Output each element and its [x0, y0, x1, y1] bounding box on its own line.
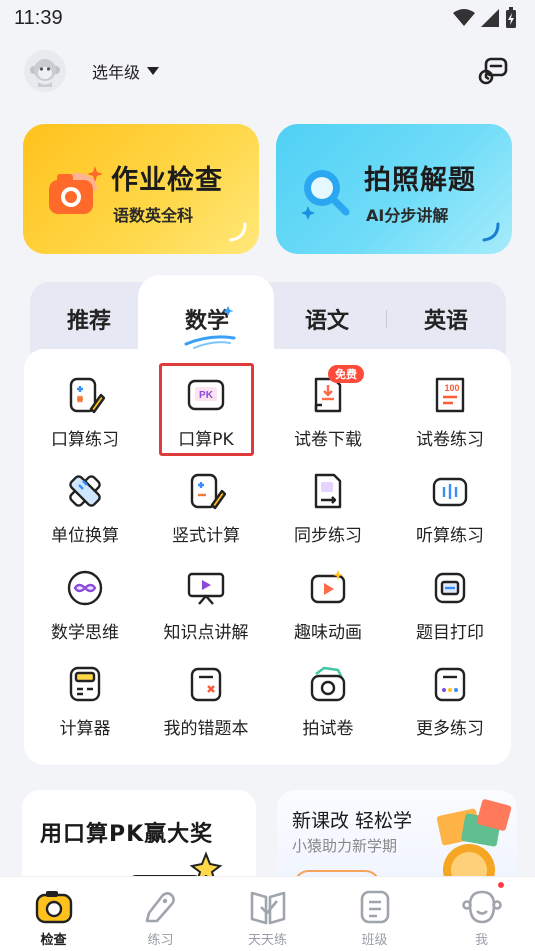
grid-item-calc-practice[interactable]: 口算练习	[25, 375, 145, 465]
profile-face-icon	[461, 890, 502, 924]
camera-icon	[49, 166, 103, 214]
camera-paper-icon	[310, 666, 346, 702]
calc-practice-icon	[69, 377, 105, 414]
grid-item-label: 我的错题本	[163, 719, 249, 739]
grid-item-label: 口算练习	[51, 430, 119, 450]
pencil-tag-icon	[145, 892, 175, 923]
grid-item-calculator[interactable]: 计算器	[25, 664, 145, 754]
nav-check[interactable]: 检查	[0, 877, 107, 951]
calculator-icon	[69, 666, 101, 702]
svg-text:PK: PK	[199, 390, 214, 401]
battery-charging-icon	[506, 7, 516, 28]
grid-item-label: 口算PK	[178, 430, 234, 450]
tab-english[interactable]: 英语	[391, 303, 501, 335]
magnifier-icon	[301, 170, 350, 220]
grid-item-sync-practice[interactable]: 同步练习	[268, 471, 388, 561]
nav-practice[interactable]: 练习	[107, 877, 214, 951]
grid-item-paper-practice[interactable]: 100 试卷练习	[390, 375, 510, 465]
grid-item-label: 试卷下载	[294, 430, 362, 450]
grid-item-label: 更多练习	[416, 719, 484, 739]
nav-label: 练习	[147, 933, 174, 948]
grid-item-knowledge-lecture[interactable]: 知识点讲解	[146, 568, 266, 658]
notification-dot	[496, 880, 506, 890]
grid-item-photo-paper[interactable]: 拍试卷	[268, 664, 388, 754]
tab-recommend[interactable]: 推荐	[34, 303, 144, 335]
swirl-decoration-icon	[482, 222, 500, 242]
infinity-icon	[67, 570, 103, 606]
check-book-icon	[250, 891, 285, 925]
nav-class[interactable]: 班级	[321, 877, 428, 951]
grid-item-label: 计算器	[59, 719, 111, 739]
grid-item-label: 知识点讲解	[163, 623, 249, 643]
bottom-nav: 检查 练习 天天练 班级 我	[0, 876, 535, 951]
sync-practice-icon	[314, 473, 342, 509]
paper-score-icon: 100	[435, 377, 465, 413]
mistake-book-icon	[190, 667, 222, 702]
grid-item-paper-download[interactable]: 试卷下载	[268, 375, 388, 465]
grid-item-label: 听算练习	[416, 526, 484, 546]
photo-solve-subtitle: AI分步讲解	[366, 206, 449, 225]
grid-item-math-thinking[interactable]: 数学思维	[25, 568, 145, 658]
avatar[interactable]	[24, 50, 66, 92]
nav-daily-practice[interactable]: 天天练	[214, 877, 321, 951]
status-icons	[453, 7, 517, 29]
signal-icon	[481, 9, 499, 27]
photo-solve-title: 拍照解题	[364, 165, 476, 196]
grade-select[interactable]: 选年级	[92, 59, 160, 83]
service-button[interactable]	[475, 53, 511, 89]
swirl-decoration-icon	[229, 222, 247, 242]
grid-item-label: 题目打印	[416, 623, 484, 643]
status-time: 11:39	[14, 6, 63, 29]
tab-underline-swoosh-icon	[184, 306, 236, 349]
caret-down-icon	[147, 67, 160, 75]
grid-item-listen-calc[interactable]: 听算练习	[390, 471, 510, 561]
promo-right-subtitle: 小猿助力新学期	[292, 837, 398, 855]
grid-item-calc-pk[interactable]: PK 口算PK	[146, 375, 266, 465]
more-practice-icon	[434, 667, 466, 702]
listen-calc-icon	[432, 477, 468, 507]
grid-item-label: 试卷练习	[416, 430, 484, 450]
svg-text:100: 100	[444, 383, 459, 393]
promo-right-title: 新课改 轻松学	[292, 810, 413, 832]
grid-item-label: 同步练习	[294, 526, 362, 546]
grid-item-label: 数学思维	[51, 623, 119, 643]
homework-check-title: 作业检查	[111, 165, 223, 196]
homework-check-subtitle: 语数英全科	[113, 206, 194, 225]
promo-left-title: 用口算PK赢大奖	[40, 822, 214, 847]
free-badge: 免费	[328, 365, 364, 383]
photo-solve-card[interactable]: 拍照解题 AI分步讲解	[276, 124, 512, 254]
video-lecture-icon	[187, 572, 225, 605]
nav-label: 我	[474, 933, 488, 948]
grid-item-fun-animation[interactable]: 趣味动画	[268, 568, 388, 658]
wifi-icon	[453, 9, 475, 26]
header: 选年级	[0, 48, 535, 94]
nav-me[interactable]: 我	[428, 877, 535, 951]
class-list-icon	[360, 890, 389, 924]
grade-select-label: 选年级	[92, 63, 141, 82]
grid-item-label: 单位换算	[51, 526, 119, 546]
pk-icon: PK	[187, 379, 225, 411]
nav-label: 天天练	[247, 933, 287, 948]
grid-item-label: 趣味动画	[294, 623, 362, 643]
camera-icon	[35, 891, 72, 924]
monkey-avatar-icon	[30, 59, 60, 87]
nav-label: 检查	[40, 933, 67, 948]
tab-divider	[386, 310, 387, 328]
grid-item-label: 竖式计算	[172, 526, 240, 546]
grid-item-label: 拍试卷	[302, 719, 354, 739]
nav-label: 班级	[361, 933, 388, 948]
status-bar: 11:39	[0, 0, 535, 36]
animation-icon	[310, 570, 346, 604]
grid-item-unit-conversion[interactable]: 单位换算	[25, 471, 145, 561]
printer-icon	[434, 572, 466, 604]
vertical-calc-icon	[190, 473, 226, 510]
ruler-icon	[69, 475, 101, 507]
grid-item-more-practice[interactable]: 更多练习	[390, 664, 510, 754]
grid-item-vertical-calc[interactable]: 竖式计算	[146, 471, 266, 561]
headset-chat-icon	[478, 57, 508, 85]
grid-item-print-questions[interactable]: 题目打印	[390, 568, 510, 658]
tab-chinese[interactable]: 语文	[272, 303, 382, 335]
homework-check-card[interactable]: 作业检查 语数英全科	[23, 124, 259, 254]
grid-item-mistake-book[interactable]: 我的错题本	[146, 664, 266, 754]
